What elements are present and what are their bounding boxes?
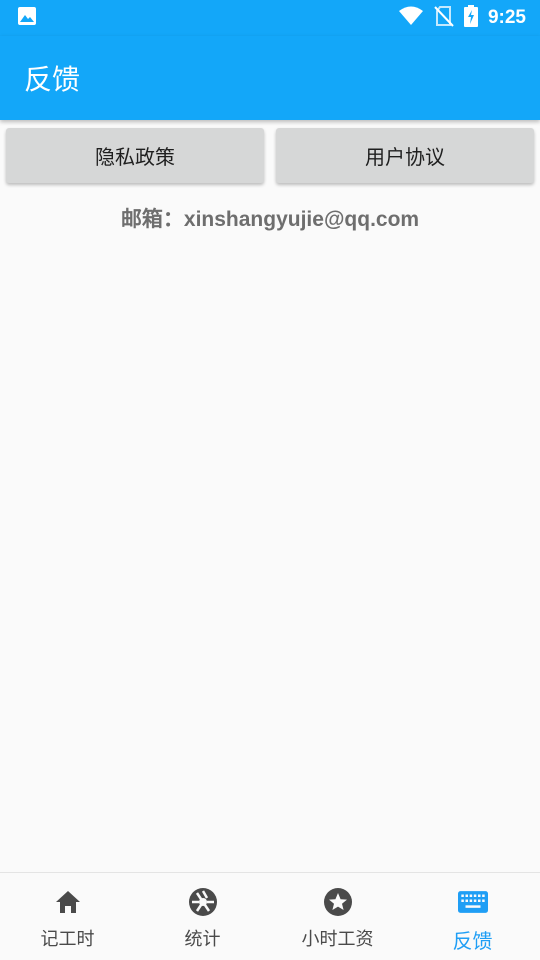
- nav-item-work-hours[interactable]: 记工时: [0, 873, 135, 960]
- aperture-icon: [188, 887, 218, 917]
- nav-item-statistics[interactable]: 统计: [135, 873, 270, 960]
- status-bar: 9:25: [0, 0, 540, 36]
- keyboard-icon: [457, 887, 488, 917]
- nav-label: 反馈: [452, 929, 493, 953]
- button-row: 隐私政策 用户协议: [6, 128, 534, 183]
- app-bar: 反馈: [0, 36, 540, 120]
- image-icon: [17, 6, 37, 30]
- home-icon: [53, 887, 83, 917]
- battery-charging-icon: [463, 5, 478, 31]
- no-sim-icon: [434, 5, 454, 31]
- nav-item-hourly-wage[interactable]: 小时工资: [270, 873, 405, 960]
- nav-label: 统计: [184, 929, 221, 950]
- privacy-policy-button[interactable]: 隐私政策: [6, 128, 264, 183]
- bottom-nav: 记工时 统计 小时工资 反馈: [0, 872, 540, 960]
- nav-label: 记工时: [40, 929, 95, 950]
- star-circle-icon: [323, 887, 353, 917]
- user-agreement-button[interactable]: 用户协议: [276, 128, 534, 183]
- status-right: 9:25: [398, 5, 526, 31]
- wifi-icon: [398, 6, 424, 30]
- nav-label: 小时工资: [301, 929, 374, 950]
- page-title: 反馈: [24, 63, 81, 96]
- nav-item-feedback[interactable]: 反馈: [405, 873, 540, 960]
- contact-email: 邮箱：xinshangyujie@qq.com: [120, 208, 420, 231]
- status-left: [17, 6, 37, 30]
- status-time: 9:25: [487, 7, 526, 28]
